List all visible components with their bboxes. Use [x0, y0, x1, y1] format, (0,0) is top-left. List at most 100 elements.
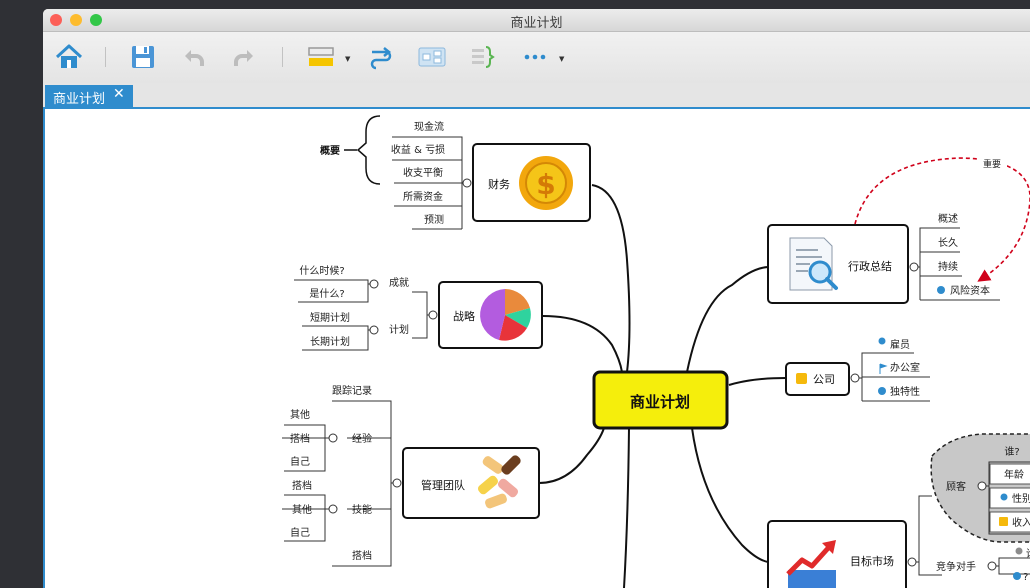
subtopic-plan[interactable]: 计划 [389, 323, 409, 336]
subtopic[interactable]: 年龄 [1004, 468, 1024, 481]
close-icon[interactable]: ✕ [113, 86, 125, 102]
subtopic[interactable]: ? [1023, 572, 1028, 583]
finance-subtopics: 现金流 收益 & 亏损 收支平衡 所需资金 预测 [391, 120, 445, 226]
subtopic: 收益 & 亏损 [391, 143, 445, 156]
tab-label: 商业计划 [53, 92, 106, 107]
toolbar: ▼ ▼ [43, 32, 1030, 83]
company-flag-icon [796, 373, 807, 384]
redo-icon[interactable] [233, 44, 255, 70]
structure-icon[interactable] [418, 44, 446, 70]
tab-bar: 商业计划 ✕ [43, 83, 1030, 109]
app-window: 商业计划 ▼ ▼ 商业计划 ✕ 商业计划 财务 $ 现金流 收益 & 亏损 收支… [43, 9, 1030, 588]
collapse-toggle-skills[interactable] [328, 504, 338, 514]
subtopic-employees[interactable]: 雇员 [878, 337, 911, 352]
subtopic[interactable]: 自己 [290, 455, 310, 468]
style-icon[interactable] [307, 44, 335, 70]
collapse-toggle-competitors[interactable] [987, 561, 997, 571]
subtopic[interactable]: 谁? [1004, 446, 1019, 458]
topic-target-market[interactable]: 目标市场 [767, 520, 907, 588]
tab-business-plan[interactable]: 商业计划 ✕ [45, 85, 133, 107]
svg-text:独特性: 独特性 [890, 385, 920, 398]
toolbar-divider [105, 47, 106, 67]
summary-brace-icon[interactable] [470, 44, 496, 70]
subtopic[interactable]: 搭档 [352, 549, 372, 562]
topic-executive-summary[interactable]: 行政总结 [767, 224, 909, 304]
collapse-toggle-customers[interactable] [977, 481, 987, 491]
subtopic: 收支平衡 [403, 166, 443, 179]
subtopic: 所需资金 [403, 190, 443, 203]
subtopic[interactable]: 性别 [1012, 492, 1030, 505]
subtopic-skills[interactable]: 技能 [352, 503, 372, 516]
topic-team-label: 管理团队 [421, 478, 465, 492]
subtopic[interactable]: 持续 [938, 260, 958, 273]
subtopic[interactable]: 是什么? [309, 288, 344, 300]
subtopic: 现金流 [414, 120, 444, 133]
subtopic[interactable]: 跟踪记录 [332, 384, 372, 397]
person-icon [878, 337, 886, 345]
collapse-toggle-plan[interactable] [369, 325, 379, 335]
svg-text:办公室: 办公室 [890, 361, 920, 374]
dollar-coin-icon: $ [519, 156, 573, 210]
window-title: 商业计划 [510, 16, 563, 31]
subtopic[interactable]: 其他 [290, 408, 310, 421]
collapse-toggle-company[interactable] [850, 373, 860, 383]
subtopic[interactable]: 短期计划 [310, 311, 350, 324]
mind-map: 商业计划 财务 $ 现金流 收益 & 亏损 收支平衡 所需资金 预测 概要 战略… [282, 115, 1030, 588]
subtopic-experience[interactable]: 经验 [352, 432, 372, 445]
central-topic[interactable]: 商业计划 [592, 370, 729, 430]
central-topic-label: 商业计划 [630, 393, 690, 411]
topic-management-team[interactable]: 管理团队 [402, 447, 540, 519]
summary-label[interactable]: 概要 [320, 144, 340, 157]
subtopic[interactable]: 什么时候? [299, 264, 344, 277]
more-dropdown-caret[interactable]: ▼ [559, 55, 564, 63]
subtopic-competitors[interactable]: 竞争对手 [936, 560, 976, 573]
subtopic-customers[interactable]: 顾客 [946, 480, 966, 493]
pie-chart-icon [480, 289, 531, 341]
relationship-icon[interactable] [368, 44, 394, 70]
collapse-toggle-exec[interactable] [909, 262, 919, 272]
svg-text:雇员: 雇员 [890, 338, 910, 351]
money-icon [999, 517, 1008, 526]
dollar-glyph: $ [536, 168, 555, 201]
subtopic-achievement[interactable]: 成就 [389, 276, 409, 289]
collapse-toggle-team[interactable] [392, 478, 402, 488]
subtopic[interactable]: 搭档 [290, 432, 310, 445]
topic-company[interactable]: 公司 [785, 362, 850, 396]
info-icon [937, 286, 945, 294]
collapse-toggle-market[interactable] [907, 557, 917, 567]
subtopic[interactable]: 收入 [1012, 516, 1030, 529]
subtopic[interactable]: 其他 [292, 503, 312, 516]
subtopic[interactable]: 概述 [938, 212, 958, 225]
subtopic[interactable]: 长久 [938, 237, 958, 249]
question-icon [878, 387, 886, 395]
collapse-toggle-finance[interactable] [462, 178, 472, 188]
collapse-toggle-experience[interactable] [328, 433, 338, 443]
subtopic[interactable]: 搭档 [292, 479, 312, 492]
home-icon[interactable] [55, 44, 83, 70]
relationship-label[interactable]: 重要 [983, 158, 1001, 170]
title-bar: 商业计划 [43, 9, 1030, 32]
collapse-toggle-strategy[interactable] [428, 310, 438, 320]
topic-finance[interactable]: 财务 $ [472, 143, 591, 222]
subtopic[interactable]: 长期计划 [310, 335, 350, 348]
subtopic-office[interactable]: 办公室 [879, 361, 920, 374]
document-search-icon [789, 237, 838, 291]
topic-strategy[interactable]: 战略 [438, 281, 543, 349]
subtopic-uniqueness[interactable]: 独特性 [878, 385, 920, 398]
subtopic-venture-capital[interactable]: 风险资本 [937, 284, 990, 297]
more-icon[interactable] [523, 44, 547, 70]
collapse-toggle-achievement[interactable] [369, 279, 379, 289]
subtopic: 预测 [424, 213, 444, 226]
toolbar-divider [282, 47, 283, 67]
topic-company-label: 公司 [813, 373, 835, 386]
style-dropdown-caret[interactable]: ▼ [345, 55, 350, 63]
topic-finance-label: 财务 [488, 177, 510, 191]
topic-market-label: 目标市场 [850, 554, 894, 568]
topic-strategy-label: 战略 [453, 309, 475, 323]
subtopic[interactable]: 自己 [290, 526, 310, 539]
undo-icon[interactable] [183, 44, 205, 70]
mind-map-canvas[interactable]: 商业计划 财务 $ 现金流 收益 & 亏损 收支平衡 所需资金 预测 概要 战略… [43, 109, 1030, 588]
subtopic[interactable]: 谁 [1026, 548, 1030, 560]
flag-icon [879, 363, 888, 374]
save-icon[interactable] [131, 44, 155, 70]
